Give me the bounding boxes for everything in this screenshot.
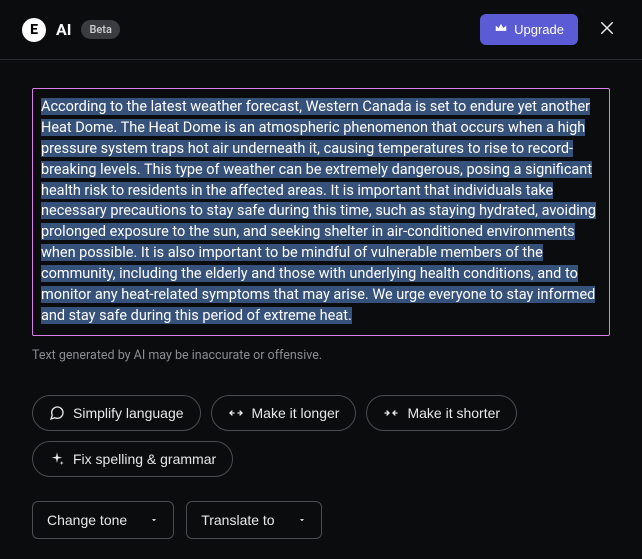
- translate-label: Translate to: [201, 512, 274, 528]
- header-left: E AI Beta: [22, 18, 120, 42]
- longer-label: Make it longer: [252, 405, 340, 421]
- logo-letter: E: [30, 22, 38, 38]
- crown-icon: [494, 21, 508, 38]
- dropdown-row: Change tone Translate to: [32, 501, 610, 539]
- tone-label: Change tone: [47, 512, 127, 528]
- upgrade-label: Upgrade: [514, 22, 564, 37]
- shorter-label: Make it shorter: [407, 405, 500, 421]
- simplify-label: Simplify language: [73, 405, 184, 421]
- close-button[interactable]: [594, 15, 620, 44]
- change-tone-dropdown[interactable]: Change tone: [32, 501, 174, 539]
- main-content: According to the latest weather forecast…: [0, 60, 642, 559]
- generated-text-box[interactable]: According to the latest weather forecast…: [32, 88, 610, 336]
- elementor-logo: E: [22, 18, 46, 42]
- translate-dropdown[interactable]: Translate to: [186, 501, 321, 539]
- disclaimer-text: Text generated by AI may be inaccurate o…: [32, 348, 610, 363]
- make-shorter-button[interactable]: Make it shorter: [366, 395, 517, 431]
- action-row-1: Simplify language Make it longer: [32, 395, 610, 431]
- spelling-label: Fix spelling & grammar: [73, 451, 216, 467]
- sparkle-icon: [49, 451, 65, 467]
- beta-badge: Beta: [81, 20, 119, 39]
- caret-down-icon: [149, 515, 159, 525]
- action-row-2: Fix spelling & grammar: [32, 441, 610, 477]
- close-icon: [598, 19, 616, 40]
- collapse-horizontal-icon: [383, 405, 399, 421]
- ai-label: AI: [56, 20, 71, 39]
- app-header: E AI Beta Upgrade: [0, 0, 642, 60]
- caret-down-icon: [297, 515, 307, 525]
- chat-icon: [49, 405, 65, 421]
- generated-text: According to the latest weather forecast…: [41, 97, 601, 327]
- expand-horizontal-icon: [228, 405, 244, 421]
- simplify-language-button[interactable]: Simplify language: [32, 395, 201, 431]
- make-longer-button[interactable]: Make it longer: [211, 395, 357, 431]
- fix-spelling-button[interactable]: Fix spelling & grammar: [32, 441, 233, 477]
- upgrade-button[interactable]: Upgrade: [480, 14, 578, 45]
- header-right: Upgrade: [480, 14, 620, 45]
